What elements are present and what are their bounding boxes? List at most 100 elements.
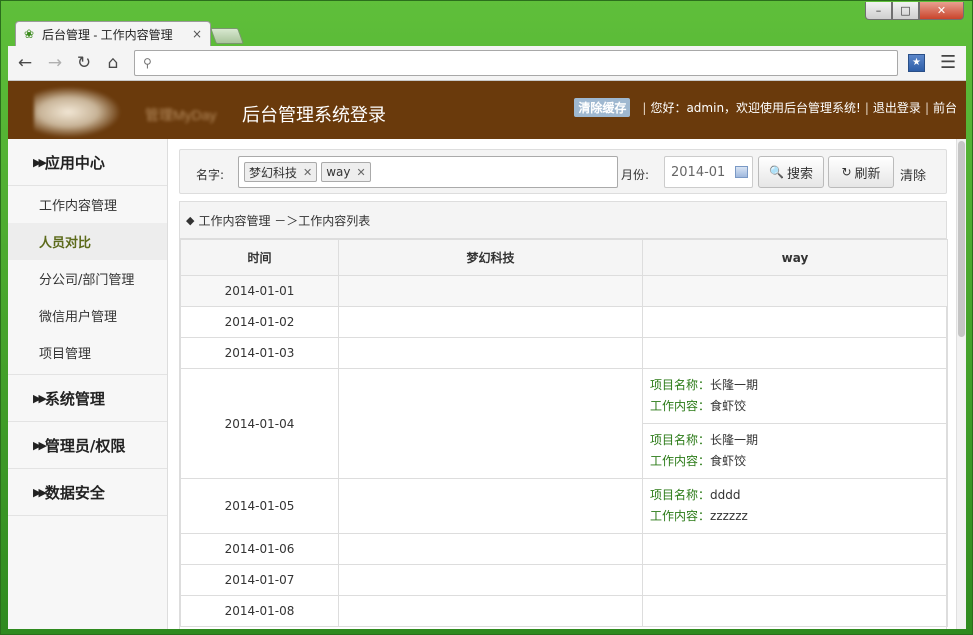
remove-tag-icon[interactable]: ✕ xyxy=(303,166,312,179)
sidebar-item-projects[interactable]: 项目管理 xyxy=(8,334,167,371)
table-row: 2014-01-06 xyxy=(180,533,948,565)
app-header: 管理MyDay 后台管理系统登录 清除缓存 | 您好：admin，欢迎使用后台管… xyxy=(8,81,966,139)
project-name-key: 项目名称： xyxy=(650,488,711,502)
company-cell xyxy=(338,533,643,565)
way-cell xyxy=(642,275,948,307)
separator: | xyxy=(924,100,929,115)
browser-window: – □ ✕ ❀ 后台管理 - 工作内容管理 × ← → ↻ ⌂ ⚲ ★ ☰ 管理… xyxy=(0,0,973,635)
clear-link[interactable]: 清除 xyxy=(900,165,926,184)
new-tab-button[interactable] xyxy=(210,28,244,44)
panel-heading: ◆ 工作内容管理 －＞工作内容列表 xyxy=(180,202,946,239)
sidebar-submenu: 工作内容管理 人员对比 分公司/部门管理 微信用户管理 项目管理 xyxy=(8,186,167,375)
name-tag[interactable]: 梦幻科技 ✕ xyxy=(244,162,318,182)
scroll-thumb[interactable] xyxy=(958,141,965,337)
back-arrow-icon[interactable]: ← xyxy=(14,52,36,74)
search-button[interactable]: 🔍 搜索 xyxy=(758,156,824,188)
company-cell xyxy=(338,337,643,369)
logout-link[interactable]: 退出登录 xyxy=(873,99,921,116)
company-cell xyxy=(338,478,643,534)
double-chevron-icon: ▶▶ xyxy=(33,391,47,405)
page-scrollbar[interactable] xyxy=(956,139,966,629)
work-content-value: 食虾饺 xyxy=(710,399,747,413)
way-cell xyxy=(642,564,948,596)
sidebar-group-app-center[interactable]: ▶▶ 应用中心 xyxy=(8,139,167,186)
tag-label: 梦幻科技 xyxy=(249,165,298,180)
page-viewport: 管理MyDay 后台管理系统登录 清除缓存 | 您好：admin，欢迎使用后台管… xyxy=(8,81,966,629)
table-row: 2014-01-08 xyxy=(180,595,948,627)
project-name-value: 长隆一期 xyxy=(710,378,759,392)
date-cell: 2014-01-08 xyxy=(180,595,339,627)
search-icon: ⚲ xyxy=(143,56,152,70)
month-value: 2014-01 xyxy=(671,164,726,180)
work-entry: 项目名称：dddd 工作内容：zzzzzz xyxy=(643,479,947,533)
way-cell xyxy=(642,306,948,338)
sidebar-group-label: 管理员/权限 xyxy=(44,436,126,455)
date-cell: 2014-01-01 xyxy=(180,275,339,307)
clear-cache-button[interactable]: 清除缓存 xyxy=(574,98,631,117)
home-icon[interactable]: ⌂ xyxy=(102,52,124,74)
month-label: 月份: xyxy=(621,168,650,182)
table-row: 2014-01-02 xyxy=(180,306,948,338)
refresh-button-label: 刷新 xyxy=(854,166,881,182)
way-cell xyxy=(642,595,948,627)
site-title: 后台管理系统登录 xyxy=(242,105,386,126)
minimize-button[interactable]: – xyxy=(865,2,892,20)
project-name-key: 项目名称： xyxy=(650,433,711,447)
sidebar-group-system[interactable]: ▶▶ 系统管理 xyxy=(8,375,167,422)
company-cell xyxy=(338,564,643,596)
bookmark-extension-icon[interactable]: ★ xyxy=(908,54,925,72)
refresh-button[interactable]: ↻ 刷新 xyxy=(828,156,894,188)
tab-title: 后台管理 - 工作内容管理 xyxy=(42,27,173,42)
column-header-company[interactable]: 梦幻科技 xyxy=(338,239,643,276)
work-entry: 项目名称：长隆一期 工作内容：食虾饺 xyxy=(643,369,947,424)
sidebar-group-admin[interactable]: ▶▶ 管理员/权限 xyxy=(8,422,167,469)
month-input[interactable]: 2014-01 xyxy=(664,156,753,188)
remove-tag-icon[interactable]: ✕ xyxy=(357,166,366,179)
sidebar-item-staff-compare[interactable]: 人员对比 xyxy=(8,223,167,260)
name-label: 名字: xyxy=(196,168,225,182)
date-cell: 2014-01-03 xyxy=(180,337,339,369)
leaf-favicon-icon: ❀ xyxy=(24,27,35,41)
table-row: 2014-01-05 项目名称：dddd 工作内容：zzzzzz xyxy=(180,478,948,534)
table-header-row: 时间 梦幻科技 way xyxy=(180,239,948,276)
browser-tab[interactable]: ❀ 后台管理 - 工作内容管理 × xyxy=(15,21,211,46)
table-row: 2014-01-07 xyxy=(180,564,948,596)
work-content-key: 工作内容： xyxy=(650,399,711,413)
browser-menu-icon[interactable]: ☰ xyxy=(940,52,956,73)
breadcrumb: 工作内容管理 －＞工作内容列表 xyxy=(198,213,371,228)
way-cell: 项目名称：dddd 工作内容：zzzzzz xyxy=(642,478,948,534)
way-cell xyxy=(642,337,948,369)
tab-close-icon[interactable]: × xyxy=(192,27,202,41)
column-header-time[interactable]: 时间 xyxy=(180,239,339,276)
frontend-link[interactable]: 前台 xyxy=(933,99,957,116)
work-content-key: 工作内容： xyxy=(650,509,711,523)
reload-icon[interactable]: ↻ xyxy=(73,52,95,74)
logo-subtitle: 管理MyDay xyxy=(145,107,217,123)
work-content-table: 时间 梦幻科技 way 2014-01-01 2014-01-02 2014-0… xyxy=(180,239,948,627)
sidebar-item-work-content[interactable]: 工作内容管理 xyxy=(8,186,167,223)
window-controls: – □ ✕ xyxy=(865,2,964,20)
way-cell xyxy=(642,533,948,565)
name-tag-input[interactable]: 梦幻科技 ✕ way ✕ xyxy=(238,156,618,188)
diamond-icon: ◆ xyxy=(186,213,195,227)
forward-arrow-icon[interactable]: → xyxy=(44,52,66,74)
calendar-icon[interactable] xyxy=(735,166,748,178)
close-window-button[interactable]: ✕ xyxy=(919,2,964,20)
address-bar[interactable]: ⚲ xyxy=(134,50,898,76)
column-header-way[interactable]: way xyxy=(642,239,948,276)
maximize-button[interactable]: □ xyxy=(892,2,919,20)
sidebar-item-branch-dept[interactable]: 分公司/部门管理 xyxy=(8,260,167,297)
table-row: 2014-01-01 xyxy=(180,275,948,307)
date-cell: 2014-01-04 xyxy=(180,368,339,479)
content-panel: ◆ 工作内容管理 －＞工作内容列表 时间 梦幻科技 way 2014-01-01… xyxy=(179,201,948,629)
project-name-value: 长隆一期 xyxy=(710,433,759,447)
work-content-value: 食虾饺 xyxy=(710,454,747,468)
table-row: 2014-01-04 项目名称：长隆一期 工作内容：食虾饺 项目名称：长隆一期 … xyxy=(180,368,948,479)
address-input[interactable] xyxy=(157,53,897,73)
name-tag[interactable]: way ✕ xyxy=(321,162,371,182)
double-chevron-icon: ▶▶ xyxy=(33,438,47,452)
sidebar-group-label: 数据安全 xyxy=(44,483,105,502)
sidebar-group-data-security[interactable]: ▶▶ 数据安全 xyxy=(8,469,167,516)
company-cell xyxy=(338,595,643,627)
sidebar-item-wechat-users[interactable]: 微信用户管理 xyxy=(8,297,167,334)
